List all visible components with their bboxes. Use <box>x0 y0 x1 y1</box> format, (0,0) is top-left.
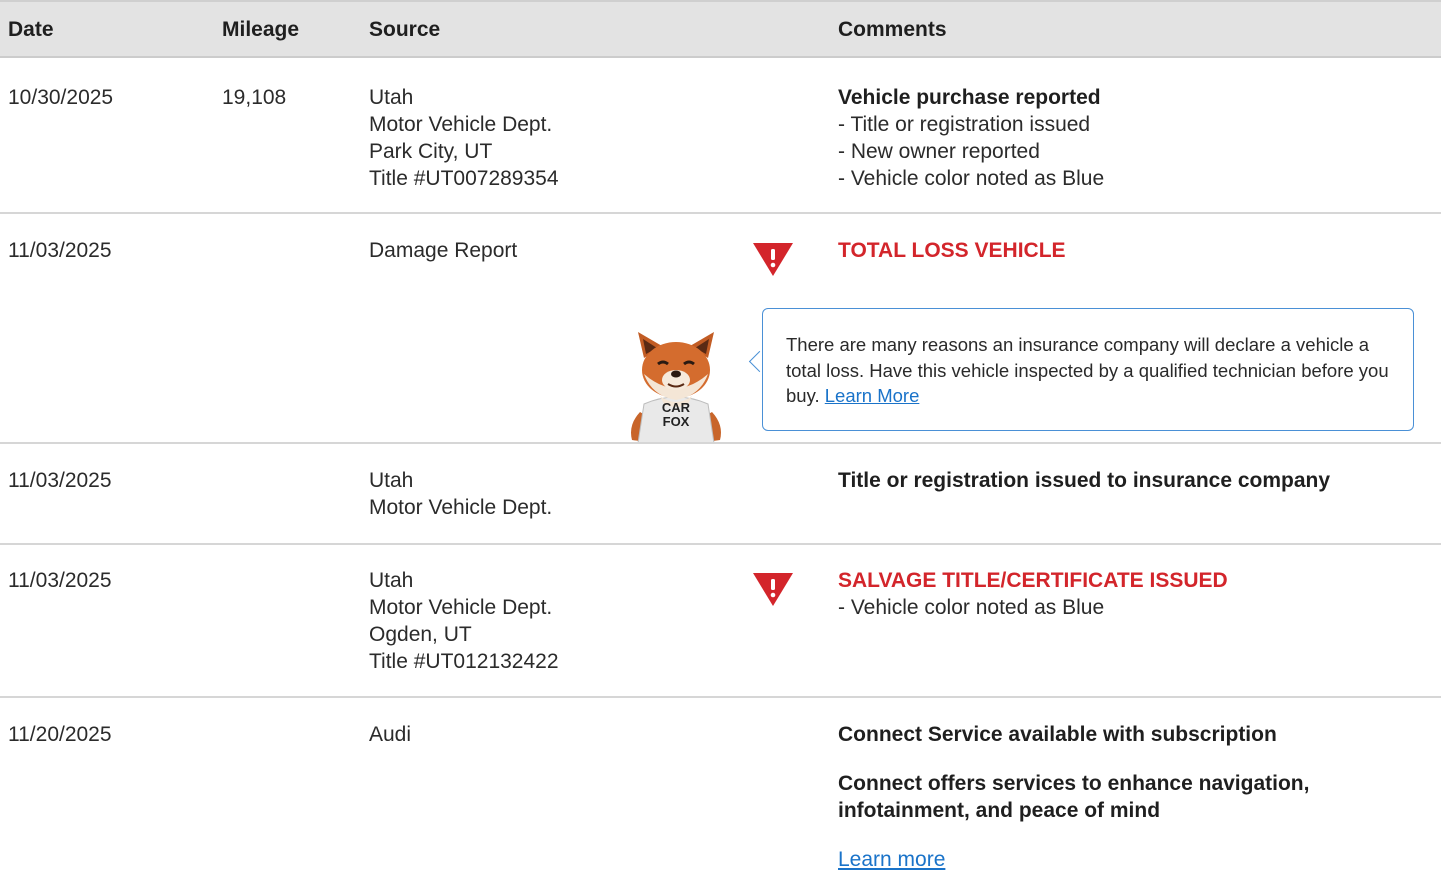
comment-detail: - Title or registration issued <box>838 113 1091 136</box>
source-line: Motor Vehicle Dept. <box>369 113 553 136</box>
header-comments: Comments <box>838 18 947 41</box>
alert-title: SALVAGE TITLE/CERTIFICATE ISSUED <box>838 569 1228 592</box>
row-date: 11/20/2025 <box>8 723 112 746</box>
row-comments: SALVAGE TITLE/CERTIFICATE ISSUED - Vehic… <box>838 567 1228 621</box>
row-comments: Vehicle purchase reported - Title or reg… <box>838 84 1104 192</box>
row-divider <box>0 696 1441 698</box>
warning-triangle-icon <box>753 573 793 606</box>
warning-triangle-icon <box>753 243 793 276</box>
mascot-shirt-text: FOX <box>663 414 690 429</box>
row-source: Utah Motor Vehicle Dept. Ogden, UT Title… <box>369 567 559 675</box>
alert-title: TOTAL LOSS VEHICLE <box>838 239 1066 262</box>
source-line: Park City, UT <box>369 140 493 163</box>
source-line: Motor Vehicle Dept. <box>369 496 553 519</box>
mascot-shirt-text: CAR <box>662 400 691 415</box>
source-line: Motor Vehicle Dept. <box>369 596 553 619</box>
source-line: Utah <box>369 469 414 492</box>
row-source: Utah Motor Vehicle Dept. Park City, UT T… <box>369 84 559 192</box>
table-header: Date Mileage Source Comments <box>0 0 1441 58</box>
row-mileage: 19,108 <box>222 86 287 109</box>
source-line: Title #UT012132422 <box>369 650 559 673</box>
comment-subtitle: Connect offers services to enhance navig… <box>838 772 1310 795</box>
row-date: 11/03/2025 <box>8 569 112 592</box>
comment-detail: - Vehicle color noted as Blue <box>838 167 1105 190</box>
source-line: Ogden, UT <box>369 623 472 646</box>
comment-detail: - Vehicle color noted as Blue <box>838 596 1105 619</box>
row-source: Damage Report <box>369 239 518 262</box>
total-loss-tooltip: There are many reasons an insurance comp… <box>762 308 1414 431</box>
comment-title: Title or registration issued to insuranc… <box>838 469 1331 492</box>
source-line: Utah <box>369 86 414 109</box>
row-date: 11/03/2025 <box>8 239 112 262</box>
row-date: 10/30/2025 <box>8 86 114 109</box>
carfox-mascot-icon: CAR FOX <box>631 332 721 443</box>
learn-more-link[interactable]: Learn More <box>825 385 920 406</box>
row-date: 11/03/2025 <box>8 469 112 492</box>
comment-detail: - New owner reported <box>838 140 1040 163</box>
row-divider <box>0 212 1441 214</box>
source-line: Title #UT007289354 <box>369 167 559 190</box>
row-divider <box>0 543 1441 545</box>
source-line: Utah <box>369 569 414 592</box>
comment-title: Vehicle purchase reported <box>838 86 1101 109</box>
row-comments: Connect Service available with subscript… <box>838 721 1309 873</box>
row-divider <box>0 442 1441 444</box>
comment-title: Connect Service available with subscript… <box>838 723 1277 746</box>
row-source: Audi <box>369 723 412 746</box>
learn-more-link[interactable]: Learn more <box>838 846 945 873</box>
header-mileage: Mileage <box>222 18 300 41</box>
row-source: Utah Motor Vehicle Dept. <box>369 467 552 521</box>
header-source: Source <box>369 18 441 41</box>
header-date: Date <box>8 18 54 41</box>
comment-subtitle: infotainment, and peace of mind <box>838 799 1161 822</box>
